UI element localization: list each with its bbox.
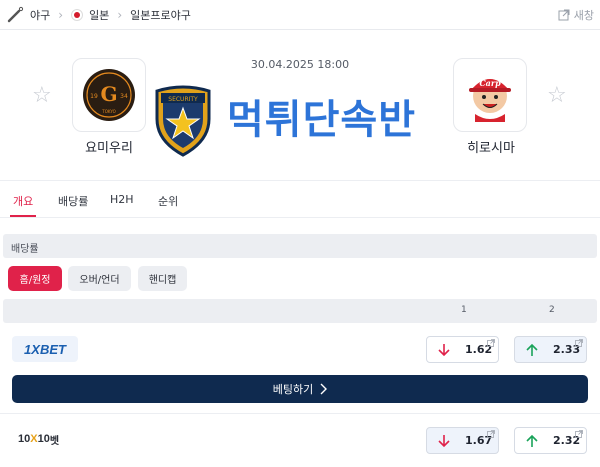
column-header-1: 1 <box>461 305 467 315</box>
external-link-icon <box>575 339 583 347</box>
active-tab-indicator <box>10 215 36 217</box>
bookmaker-name-part: 10 <box>37 433 50 445</box>
tab-odds[interactable]: 배당률 <box>58 193 88 209</box>
away-team-name[interactable]: 히로시마 <box>441 137 541 156</box>
home-team-logo[interactable]: G 19 34 TOKYO <box>72 58 146 132</box>
bookmaker-name-part: 벳 <box>49 435 60 447</box>
svg-text:19: 19 <box>90 93 98 100</box>
favorite-star-icon[interactable]: ☆ <box>32 83 52 108</box>
tab-h2h[interactable]: H2H <box>110 193 134 206</box>
home-team-name[interactable]: 요미우리 <box>59 137 159 156</box>
arrow-up-icon <box>526 434 538 447</box>
japan-flag-icon <box>71 8 84 21</box>
favorite-star-icon[interactable]: ☆ <box>547 83 567 108</box>
filter-home-away[interactable]: 홈/원정 <box>8 266 62 291</box>
watermark-text: 먹튀단속반 <box>227 97 416 143</box>
odd-button-away[interactable]: 2.32 <box>514 427 587 454</box>
section-title: 배당률 <box>3 234 597 258</box>
arrow-down-icon <box>438 434 450 447</box>
odd-button-away[interactable]: 2.33 <box>514 336 587 363</box>
chevron-right-icon: › <box>58 7 64 22</box>
svg-text:34: 34 <box>120 93 128 100</box>
breadcrumb-label: 일본 <box>89 8 110 22</box>
chevron-right-icon <box>320 383 328 395</box>
svg-text:Carp: Carp <box>479 78 501 88</box>
filter-handicap[interactable]: 핸디캡 <box>138 266 187 291</box>
bookmaker-name-part: X <box>30 433 38 445</box>
match-header: ☆ G 19 34 TOKYO 요미우리 30.04.2025 18:00 SE… <box>0 31 600 181</box>
place-bet-label: 베팅하기 <box>272 383 314 396</box>
breadcrumb-item-npb[interactable]: › 일본프로야구 <box>109 7 191 23</box>
svg-text:TOKYO: TOKYO <box>101 109 115 114</box>
breadcrumb: 야구 › 일본 › 일본프로야구 새창 <box>0 0 600 30</box>
odd-button-home[interactable]: 1.62 <box>426 336 499 363</box>
external-link-icon <box>487 339 495 347</box>
place-bet-button[interactable]: 베팅하기 <box>12 375 588 403</box>
svg-text:G: G <box>100 82 117 106</box>
svg-text:SECURITY: SECURITY <box>168 96 198 103</box>
external-link-icon <box>558 9 570 21</box>
arrow-down-icon <box>438 343 450 356</box>
bookmaker-logo-10x10bet[interactable]: 10 X 10 벳 <box>18 428 76 450</box>
chevron-right-icon: › <box>117 7 123 22</box>
bookmaker-logo-1xbet[interactable]: 1XBET <box>12 336 78 362</box>
security-badge-icon: SECURITY <box>155 85 211 157</box>
carp-logo-icon: Carp <box>469 78 511 122</box>
new-window-button[interactable]: 새창 <box>558 7 594 23</box>
away-team-logo[interactable]: Carp <box>453 58 527 132</box>
breadcrumb-label: 야구 <box>30 8 51 22</box>
bookmaker-name-part: 10 <box>18 433 31 445</box>
breadcrumb-item-baseball[interactable]: 야구 <box>6 6 50 24</box>
new-window-label: 새창 <box>573 9 594 22</box>
arrow-up-icon <box>526 343 538 356</box>
giants-logo-icon: G 19 34 TOKYO <box>83 69 135 121</box>
odd-button-home[interactable]: 1.67 <box>426 427 499 454</box>
tab-overview[interactable]: 개요 <box>13 193 33 209</box>
column-header-2: 2 <box>549 305 555 315</box>
bookmaker-name: 1XBET <box>24 341 66 357</box>
row-divider <box>0 413 600 414</box>
match-datetime: 30.04.2025 18:00 <box>250 58 350 71</box>
match-tabs: 개요 배당률 H2H 순위 <box>0 182 600 218</box>
breadcrumb-label: 일본프로야구 <box>130 8 191 22</box>
tab-standings[interactable]: 순위 <box>158 193 178 209</box>
odds-column-header: 1 2 <box>3 299 597 323</box>
external-link-icon <box>487 430 495 438</box>
breadcrumb-item-japan[interactable]: › 일본 <box>50 7 109 23</box>
baseball-bat-icon <box>7 6 24 22</box>
filter-over-under[interactable]: 오버/언더 <box>68 266 131 291</box>
external-link-icon <box>575 430 583 438</box>
